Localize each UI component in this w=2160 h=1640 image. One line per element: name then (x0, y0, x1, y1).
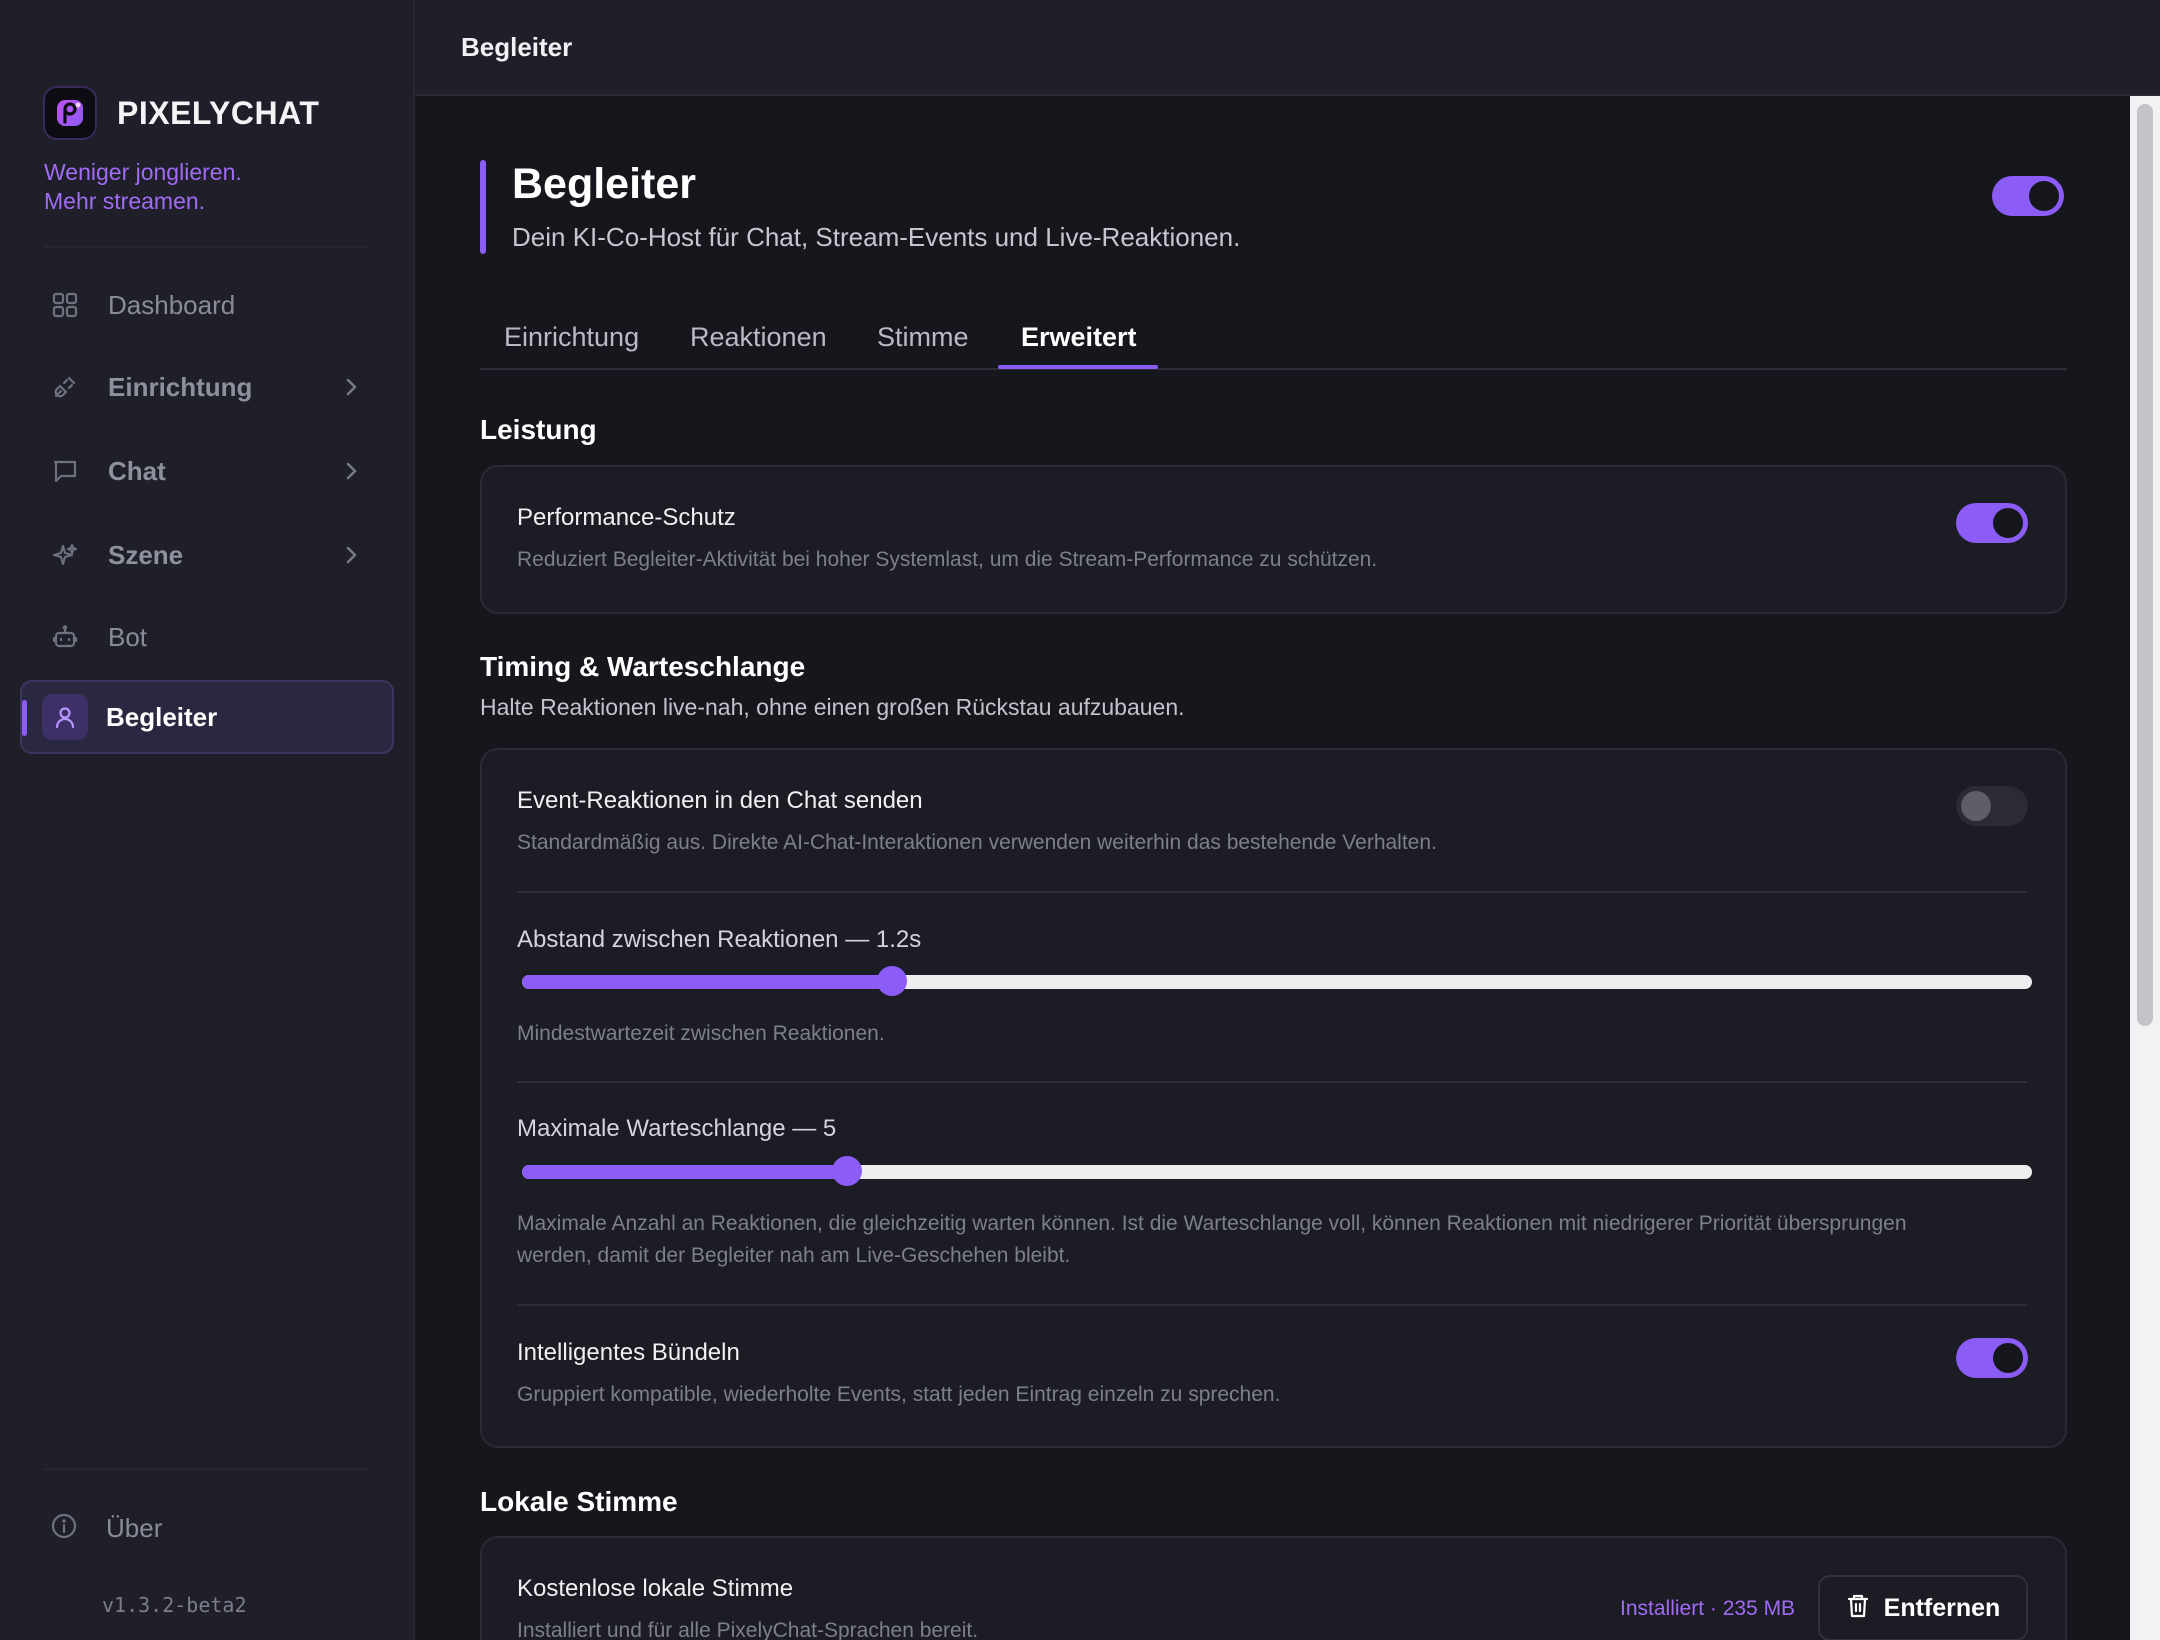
section-subtitle-timing: Halte Reaktionen live-nah, ohne einen gr… (480, 694, 1185, 720)
sidebar-item-label: Chat (108, 455, 166, 486)
tab-reaktionen[interactable]: Reaktionen (690, 322, 827, 353)
reaction-spacing-desc: Mindestwartezeit zwischen Reaktionen. (517, 1022, 885, 1045)
user-icon (42, 694, 88, 740)
row-divider (517, 891, 2027, 893)
smart-bundling-toggle[interactable] (1956, 1338, 2028, 1378)
sidebar-item-chat[interactable]: Chat (20, 434, 394, 508)
install-status: Installiert · 235 MB (1620, 1597, 1796, 1620)
sidebar-item-bot[interactable]: Bot (20, 600, 394, 674)
row-divider (517, 1081, 2027, 1083)
sidebar-item-dashboard[interactable]: Dashboard (20, 268, 394, 342)
tagline-line-2: Mehr streamen. (44, 188, 206, 214)
slider-fill (522, 1165, 847, 1179)
chevron-right-icon (344, 374, 360, 405)
slider-thumb[interactable] (831, 1156, 862, 1186)
performance-protection-desc: Reduziert Begleiter-Aktivität bei hoher … (517, 548, 1378, 571)
toggle-knob (1961, 791, 1991, 821)
chat-bubble-icon (50, 456, 80, 486)
sidebar-item-label: Einrichtung (108, 371, 253, 402)
tab-erweitert[interactable]: Erweitert (1021, 322, 1137, 353)
sidebar-item-szene[interactable]: Szene (20, 518, 394, 592)
topbar: Begleiter (415, 0, 2160, 96)
active-tab-underline (998, 365, 1158, 369)
sidebar-item-label: Begleiter (106, 701, 218, 732)
section-title-leistung: Leistung (480, 414, 597, 445)
row-divider (517, 1304, 2027, 1306)
remove-button-label: Entfernen (1883, 1593, 2001, 1622)
max-queue-desc-line-2: werden, damit der Begleiter nah am Live-… (517, 1244, 1071, 1267)
section-title-local-voice: Lokale Stimme (480, 1486, 678, 1517)
slider-thumb[interactable] (876, 966, 907, 996)
grid-icon (50, 290, 80, 320)
sidebar-divider (44, 1468, 369, 1470)
section-title-timing: Timing & Warteschlange (480, 651, 806, 682)
performance-protection-title: Performance-Schutz (517, 504, 736, 531)
sidebar-item-about[interactable]: Über (50, 1512, 162, 1545)
toggle-knob (1993, 508, 2023, 538)
page-subtitle: Dein KI-Co-Host für Chat, Stream-Events … (512, 222, 1241, 252)
brand-name: PIXELYCHAT (117, 94, 320, 131)
local-voice-desc: Installiert und für alle PixelyChat-Spra… (517, 1619, 979, 1640)
tab-einrichtung[interactable]: Einrichtung (504, 322, 639, 353)
sidebar: PIXELYCHAT Weniger jonglieren. Mehr stre… (0, 0, 415, 1640)
performance-protection-toggle[interactable] (1956, 503, 2028, 543)
sidebar-item-label: Bot (108, 621, 148, 652)
info-icon (50, 1512, 78, 1545)
tab-stimme[interactable]: Stimme (877, 322, 969, 353)
remove-voice-button[interactable]: Entfernen (1818, 1575, 2028, 1640)
robot-icon (50, 622, 80, 652)
sparkles-icon (50, 540, 80, 570)
companion-enabled-toggle[interactable] (1992, 176, 2064, 216)
event-chat-toggle[interactable] (1956, 786, 2028, 826)
scrollbar-thumb[interactable] (2137, 104, 2153, 1026)
tagline-line-1: Weniger jonglieren. (44, 159, 242, 185)
performance-card (480, 465, 2067, 614)
smart-bundling-title: Intelligentes Bündeln (517, 1339, 740, 1366)
plug-icon (50, 372, 80, 402)
max-queue-slider[interactable] (522, 1156, 2032, 1186)
smart-bundling-desc: Gruppiert kompatible, wiederholte Events… (517, 1383, 1281, 1406)
sidebar-item-label: Szene (108, 539, 184, 570)
brand-tagline: Weniger jonglieren. Mehr streamen. (44, 158, 242, 216)
pixelychat-logo-icon (43, 86, 97, 140)
chevron-right-icon (344, 542, 360, 573)
max-queue-desc-line-1: Maximale Anzahl an Reaktionen, die gleic… (517, 1212, 1907, 1235)
sidebar-item-begleiter[interactable]: Begleiter (20, 680, 394, 754)
event-chat-title: Event-Reaktionen in den Chat senden (517, 787, 923, 814)
sidebar-divider (44, 246, 369, 248)
reaction-spacing-slider[interactable] (522, 966, 2032, 996)
page-title: Begleiter (512, 160, 697, 208)
brand[interactable]: PIXELYCHAT (43, 86, 319, 140)
toggle-knob (2029, 181, 2059, 211)
local-voice-title: Kostenlose lokale Stimme (517, 1575, 794, 1602)
trash-icon (1846, 1593, 1870, 1624)
sidebar-item-einrichtung[interactable]: Einrichtung (20, 350, 394, 424)
sidebar-item-label: Dashboard (108, 289, 236, 320)
app-version: v1.3.2-beta2 (102, 1593, 247, 1617)
slider-fill (522, 975, 892, 989)
chevron-right-icon (344, 458, 360, 489)
max-queue-desc: Maximale Anzahl an Reaktionen, die gleic… (517, 1208, 1907, 1272)
active-indicator (22, 700, 27, 736)
event-chat-desc: Standardmäßig aus. Direkte AI-Chat-Inter… (517, 831, 1437, 854)
header-accent-bar (480, 160, 486, 254)
reaction-spacing-label: Abstand zwischen Reaktionen — 1.2s (517, 926, 922, 953)
max-queue-label: Maximale Warteschlange — 5 (517, 1115, 837, 1142)
topbar-title: Begleiter (461, 32, 573, 62)
toggle-knob (1993, 1343, 2023, 1373)
settings-tabs: Einrichtung Reaktionen Stimme Erweitert (480, 310, 2067, 370)
sidebar-item-label: Über (106, 1513, 163, 1543)
